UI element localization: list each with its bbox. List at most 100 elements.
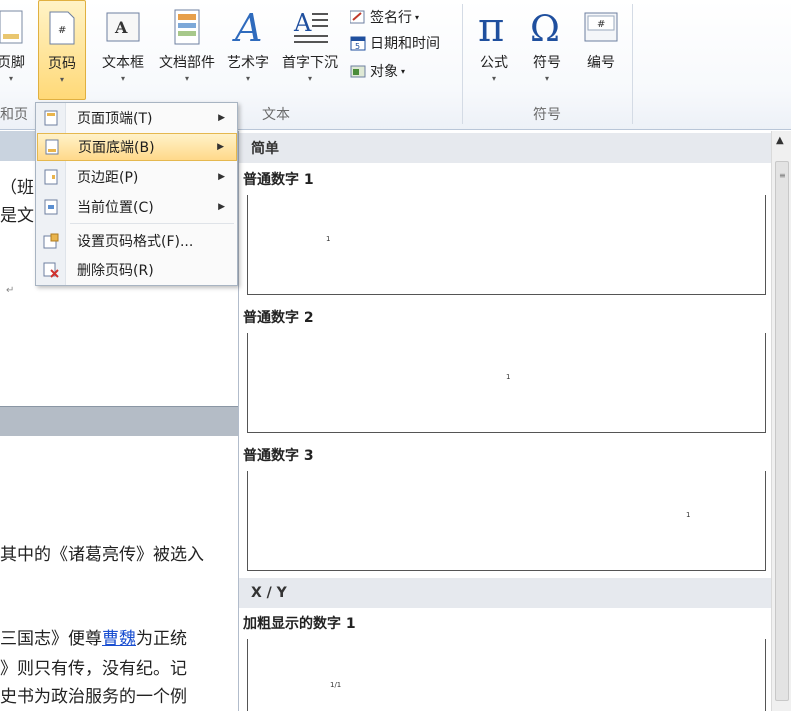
menu-item-label: 页面顶端(T): [77, 111, 153, 127]
menu-item-label: 删除页码(R): [77, 263, 154, 279]
svg-text:Ω: Ω: [530, 9, 560, 47]
document-text-segment: 为正统: [136, 629, 187, 649]
quick-parts-button[interactable]: 文档部件 ▾: [152, 0, 222, 100]
symbol-button[interactable]: Ω 符号 ▾: [524, 0, 570, 100]
group-separator: [632, 4, 633, 124]
dropdown-arrow-icon: ▾: [544, 74, 549, 83]
footer-icon: [0, 6, 29, 48]
calendar-icon: 5: [349, 35, 367, 51]
document-text-segment: 三国志》便尊: [0, 629, 102, 649]
scroll-grip-icon: ≡: [779, 171, 786, 180]
dropdown-arrow-icon: ▾: [401, 66, 406, 76]
dropdown-arrow-icon: ▾: [415, 12, 420, 22]
svg-text:5: 5: [355, 42, 360, 51]
date-time-button[interactable]: 5 日期和时间: [349, 32, 440, 54]
document-text-line: 》则只有传，没有纪。记: [0, 659, 187, 679]
delete-page-number-icon: [37, 262, 65, 278]
document-text-line: 史书为政治服务的一个例: [0, 687, 187, 707]
gallery-section-header: 简单: [239, 133, 772, 163]
submenu-arrow-icon: ▶: [217, 142, 224, 152]
text-box-icon: A: [105, 6, 141, 48]
page-gap: [0, 406, 240, 436]
menu-item-label: 当前位置(C): [77, 200, 154, 216]
omega-icon: Ω: [529, 6, 565, 48]
number-button[interactable]: # 编号: [578, 0, 624, 100]
submenu-arrow-icon: ▶: [218, 172, 225, 182]
page-number-preview: 1: [686, 511, 691, 519]
object-button[interactable]: 对象 ▾: [349, 60, 405, 82]
gallery-item-plain-number-2[interactable]: 1: [247, 333, 766, 433]
scrollbar-thumb[interactable]: [775, 161, 789, 701]
menu-separator: [70, 223, 234, 224]
menu-item-label: 页面底端(B): [78, 140, 155, 156]
dropdown-arrow-icon: ▾: [491, 74, 496, 83]
gallery-item-plain-number-1[interactable]: 1: [247, 195, 766, 295]
group-separator: [462, 4, 463, 124]
format-page-number-icon: [37, 233, 65, 249]
menu-item-remove-page-numbers[interactable]: 删除页码(R): [37, 256, 237, 284]
svg-text:A: A: [293, 9, 312, 37]
page-number-preview: 1: [326, 235, 331, 243]
menu-item-page-margins[interactable]: 页边距(P) ▶: [37, 163, 237, 191]
wordart-label: 艺术字: [227, 55, 269, 71]
paragraph-mark-icon: ↵: [6, 285, 15, 296]
svg-text:A: A: [114, 18, 128, 37]
page-number-menu: 页面顶端(T) ▶ 页面底端(B) ▶ 页边距(P) ▶ 当前位置(C) ▶ 设…: [35, 102, 238, 286]
wordart-button[interactable]: A 艺术字 ▾: [222, 0, 274, 100]
signature-line-label: 签名行: [370, 10, 412, 26]
document-text-line: （班: [0, 178, 34, 198]
dropdown-arrow-icon: ▾: [245, 74, 250, 83]
document-text-line: 是文: [0, 206, 34, 226]
object-label: 对象: [370, 64, 398, 80]
equation-label: 公式: [480, 55, 508, 71]
menu-item-current-position[interactable]: 当前位置(C) ▶: [37, 193, 237, 221]
page-number-button[interactable]: # 页码 ▾: [38, 0, 86, 100]
object-icon: [349, 63, 367, 79]
menu-item-format-page-numbers[interactable]: 设置页码格式(F)...: [37, 227, 237, 255]
signature-line-button[interactable]: 签名行 ▾: [349, 6, 419, 28]
text-box-button[interactable]: A 文本框 ▾: [96, 0, 150, 100]
dropdown-arrow-icon: ▾: [120, 74, 125, 83]
page-bottom-icon: [38, 139, 66, 155]
number-icon: #: [583, 6, 619, 48]
number-label: 编号: [587, 55, 615, 71]
dropdown-arrow-icon: ▾: [307, 74, 312, 83]
page-number-preview: 1: [506, 373, 511, 381]
group-label-symbols: 符号: [533, 107, 561, 123]
svg-text:#: #: [597, 19, 605, 30]
gallery-scrollbar[interactable]: ▲ ≡: [771, 131, 791, 711]
page-margin-icon: [37, 169, 65, 185]
dropdown-arrow-icon: ▾: [59, 75, 64, 84]
quick-parts-icon: [169, 6, 205, 48]
page-number-icon: #: [44, 7, 80, 49]
menu-item-bottom-of-page[interactable]: 页面底端(B) ▶: [37, 133, 237, 161]
signature-icon: [349, 9, 367, 25]
submenu-arrow-icon: ▶: [218, 202, 225, 212]
menu-item-top-of-page[interactable]: 页面顶端(T) ▶: [37, 104, 237, 132]
footer-button[interactable]: 页脚 ▾: [0, 0, 30, 100]
scroll-up-icon[interactable]: ▲: [776, 135, 784, 146]
gallery-item-plain-number-3[interactable]: 1: [247, 471, 766, 571]
symbol-label: 符号: [533, 55, 561, 71]
document-link[interactable]: 曹魏: [102, 629, 136, 649]
page-top-icon: [37, 110, 65, 126]
document-text-line: 其中的《诸葛亮传》被选入: [0, 545, 204, 565]
footer-label: 页脚: [0, 55, 25, 71]
group-label-header-footer: 和页: [0, 107, 28, 123]
dropdown-arrow-icon: ▾: [8, 74, 13, 83]
gallery-item-bold-number-1[interactable]: 1/1: [247, 639, 766, 711]
drop-cap-button[interactable]: A 首字下沉 ▾: [276, 0, 344, 100]
wordart-icon: A: [230, 6, 266, 48]
submenu-arrow-icon: ▶: [218, 113, 225, 123]
current-position-icon: [37, 199, 65, 215]
document-page[interactable]: 其中的《诸葛亮传》被选入 三国志》便尊曹魏为正统 》则只有传，没有纪。记 史书为…: [0, 436, 240, 711]
document-text-line: 三国志》便尊曹魏为正统: [0, 624, 187, 649]
gallery-section-header: X / Y: [239, 578, 772, 608]
group-label-text: 文本: [262, 107, 290, 123]
quick-parts-label: 文档部件: [159, 55, 215, 71]
pi-icon: π: [476, 6, 512, 48]
gallery-item-label: 普通数字 3: [243, 448, 314, 464]
equation-button[interactable]: π 公式 ▾: [470, 0, 518, 100]
drop-cap-label: 首字下沉: [282, 55, 338, 71]
gallery-item-label: 普通数字 1: [243, 172, 314, 188]
